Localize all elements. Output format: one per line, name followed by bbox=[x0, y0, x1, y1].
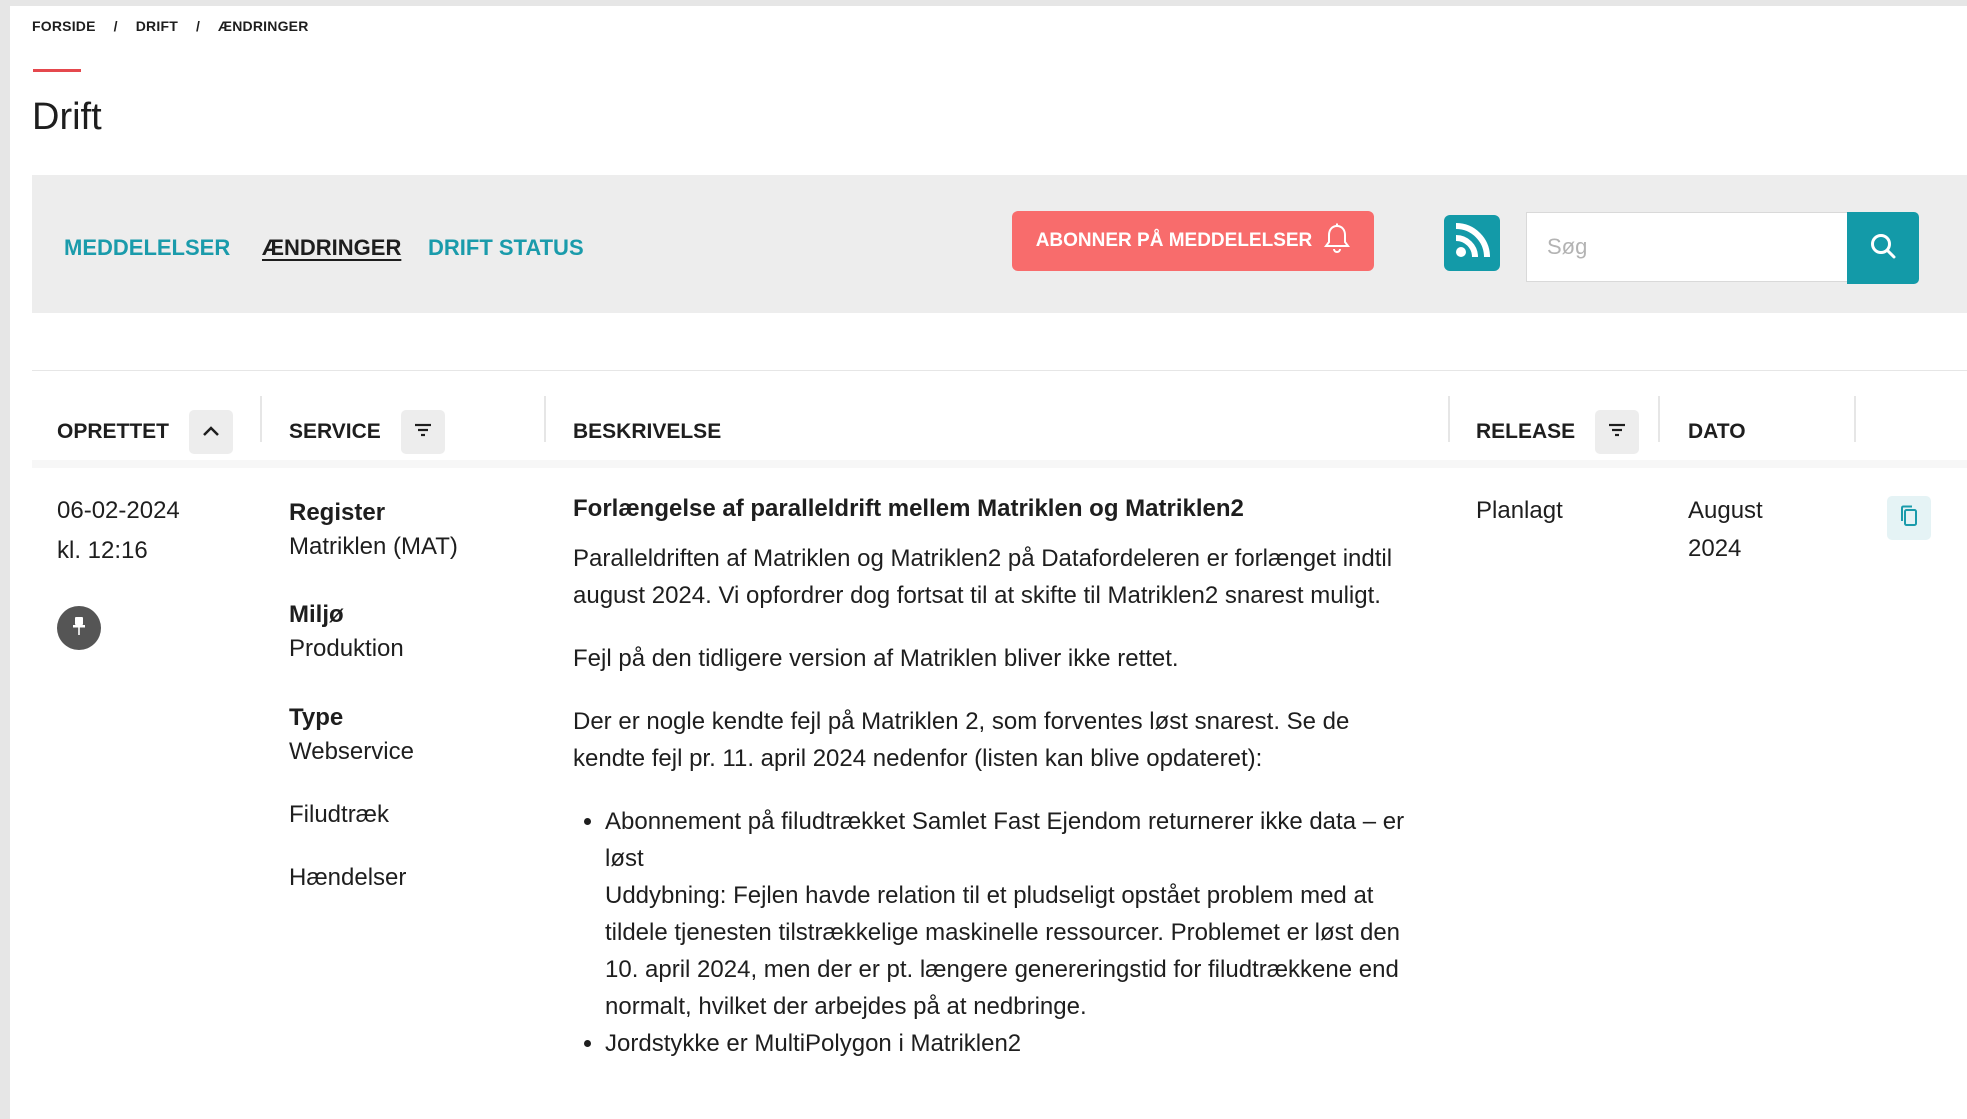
title-accent-line bbox=[33, 69, 81, 72]
list-item: Abonnement på filudtrækket Samlet Fast E… bbox=[605, 803, 1423, 1025]
service-env-value: Produktion bbox=[289, 635, 404, 662]
column-header-service: SERVICE bbox=[289, 410, 445, 454]
breadcrumb-separator: / bbox=[113, 18, 118, 34]
service-type: Type Webservice Filudtræk Hændelser bbox=[289, 701, 414, 895]
column-header-service-label: SERVICE bbox=[289, 420, 381, 443]
service-type-value: Hændelser bbox=[289, 864, 407, 891]
created-time: kl. 12:16 bbox=[57, 537, 148, 564]
service-type-value: Webservice bbox=[289, 738, 414, 765]
column-header-oprettet-label: OPRETTET bbox=[57, 420, 170, 443]
service-register-value: Matriklen (MAT) bbox=[289, 533, 458, 560]
list-item: Jordstykke er MultiPolygon i Matriklen2 bbox=[605, 1025, 1423, 1062]
breadcrumb-aendringer[interactable]: ÆNDRINGER bbox=[218, 18, 308, 34]
column-header-dato-label: DATO bbox=[1688, 420, 1746, 443]
pin-button[interactable] bbox=[57, 606, 101, 650]
release-value: Planlagt bbox=[1476, 497, 1563, 524]
column-header-dato: DATO bbox=[1688, 410, 1746, 454]
column-header-beskrivelse-label: BESKRIVELSE bbox=[573, 420, 722, 443]
subscribe-button[interactable]: ABONNER PÅ MEDDELELSER bbox=[1012, 211, 1374, 271]
filter-icon bbox=[1607, 420, 1627, 444]
subscribe-button-label: ABONNER PÅ MEDDELELSER bbox=[1035, 230, 1313, 251]
sort-button[interactable] bbox=[189, 410, 234, 454]
list-item-text: Jordstykke er MultiPolygon i Matriklen2 bbox=[605, 1030, 1022, 1057]
rss-feed-button[interactable] bbox=[1444, 215, 1500, 271]
copy-icon bbox=[1898, 504, 1920, 533]
toolbar: MEDDELELSER ÆNDRINGER DRIFT STATUS ABONN… bbox=[32, 175, 1967, 313]
search-icon bbox=[1869, 232, 1897, 265]
search-button[interactable] bbox=[1847, 212, 1919, 284]
column-header-beskrivelse: BESKRIVELSE bbox=[573, 410, 721, 454]
service-register-label: Register bbox=[289, 499, 386, 526]
service-env-label: Miljø bbox=[289, 601, 344, 628]
known-issues-list: Abonnement på filudtrækket Samlet Fast E… bbox=[573, 803, 1423, 1062]
service-filter-button[interactable] bbox=[400, 410, 445, 454]
release-filter-button[interactable] bbox=[1595, 410, 1640, 454]
service-environment: Miljø Produktion bbox=[289, 598, 404, 666]
description-paragraph: Paralleldriften af Matriklen og Matrikle… bbox=[573, 545, 1393, 609]
column-separator bbox=[544, 396, 546, 442]
service-register: Register Matriklen (MAT) bbox=[289, 496, 458, 564]
page: FORSIDE / DRIFT / ÆNDRINGER Drift MEDDELELSE… bbox=[10, 6, 1967, 1119]
tab-aendringer[interactable]: ÆNDRINGER bbox=[262, 235, 401, 261]
tab-meddelelser[interactable]: MEDDELELSER bbox=[64, 235, 230, 261]
column-header-release-label: RELEASE bbox=[1476, 420, 1576, 443]
service-type-value: Filudtræk bbox=[289, 801, 390, 828]
column-separator bbox=[1448, 396, 1450, 442]
created-date: 06-02-2024 bbox=[57, 497, 180, 524]
column-separator bbox=[1854, 396, 1856, 442]
column-header-oprettet: OPRETTET bbox=[57, 410, 234, 454]
copy-button[interactable] bbox=[1887, 496, 1931, 540]
description-title: Forlængelse af paralleldrift mellem Matr… bbox=[573, 495, 1244, 522]
column-separator bbox=[1658, 396, 1660, 442]
list-item-text: Abonnement på filudtrækket Samlet Fast E… bbox=[605, 808, 1405, 872]
search-input[interactable] bbox=[1526, 212, 1848, 282]
breadcrumb-separator: / bbox=[195, 18, 201, 34]
filter-icon bbox=[413, 420, 433, 444]
date-month: August bbox=[1688, 497, 1763, 524]
description-paragraph: Fejl på den tidligere version af Matrikl… bbox=[573, 645, 1179, 672]
breadcrumb-forside[interactable]: FORSIDE bbox=[32, 18, 96, 34]
pin-icon bbox=[70, 615, 88, 642]
description-cell: Forlængelse af paralleldrift mellem Matr… bbox=[573, 492, 1423, 1062]
tab-drift-status[interactable]: DRIFT STATUS bbox=[428, 235, 584, 261]
service-type-label: Type bbox=[289, 704, 344, 731]
rss-icon bbox=[1452, 221, 1492, 266]
row-divider bbox=[32, 460, 1967, 468]
description-paragraph: Der er nogle kendte fejl på Matriklen 2,… bbox=[573, 708, 1350, 772]
breadcrumb-drift[interactable]: DRIFT bbox=[136, 18, 178, 34]
breadcrumb: FORSIDE / DRIFT / ÆNDRINGER bbox=[32, 18, 309, 34]
column-header-release: RELEASE bbox=[1476, 410, 1640, 454]
date-year: 2024 bbox=[1688, 535, 1742, 562]
page-title: Drift bbox=[32, 96, 102, 138]
table-top-divider bbox=[32, 370, 1967, 371]
chevron-up-icon bbox=[201, 420, 221, 444]
bell-icon bbox=[1324, 223, 1351, 259]
list-item-detail: Uddybning: Fejlen havde relation til et … bbox=[605, 882, 1401, 1020]
column-separator bbox=[260, 396, 262, 442]
